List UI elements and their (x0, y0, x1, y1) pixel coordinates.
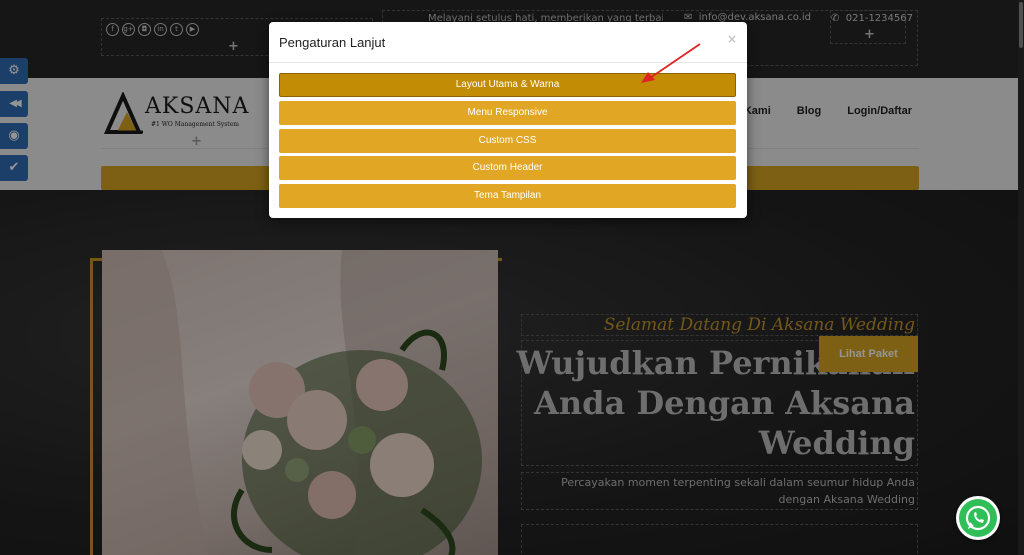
close-icon[interactable]: × (727, 32, 737, 46)
layout-utama-warna-button[interactable]: Layout Utama & Warna (279, 73, 736, 97)
advanced-settings-modal: Pengaturan Lanjut × Layout Utama & Warna… (269, 22, 747, 218)
whatsapp-button[interactable] (956, 496, 1000, 540)
menu-responsive-button[interactable]: Menu Responsive (279, 101, 736, 125)
custom-css-button[interactable]: Custom CSS (279, 129, 736, 153)
modal-header-divider (269, 62, 747, 63)
custom-header-button[interactable]: Custom Header (279, 156, 736, 180)
tema-tampilan-button[interactable]: Tema Tampilan (279, 184, 736, 208)
modal-title: Pengaturan Lanjut (279, 35, 386, 50)
whatsapp-phone-icon (965, 505, 991, 531)
whatsapp-icon (959, 499, 997, 537)
